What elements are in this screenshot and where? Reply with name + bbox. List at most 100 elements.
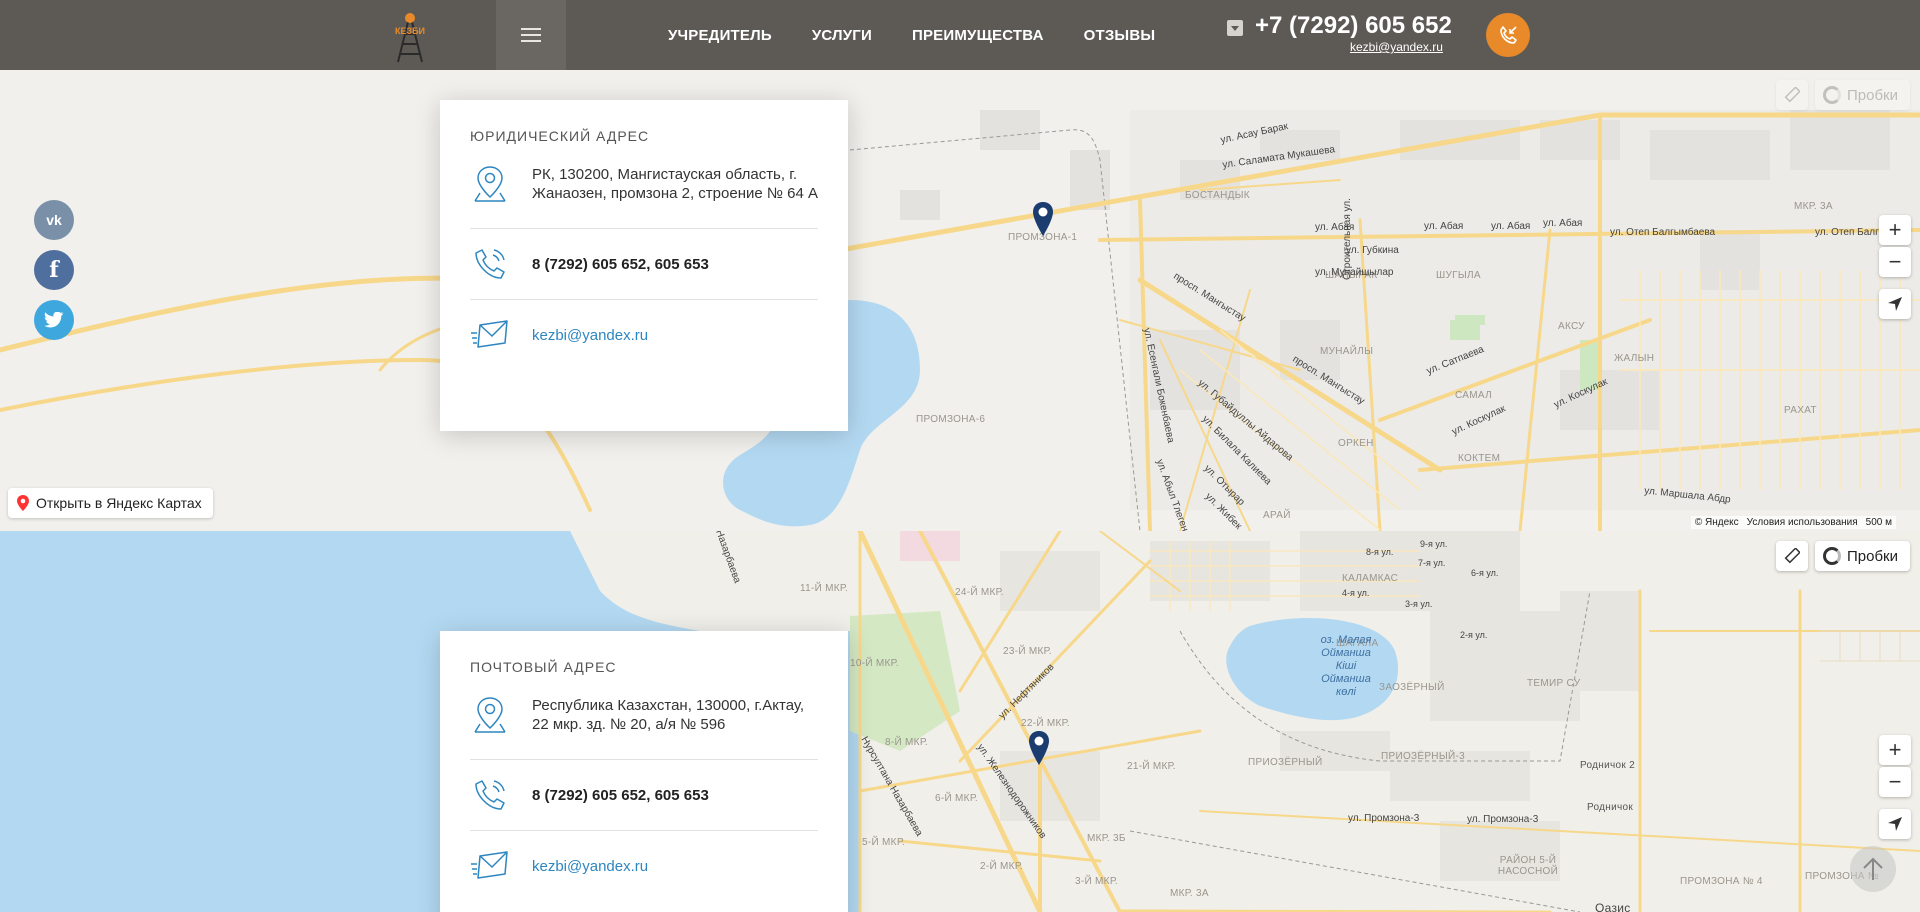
main-nav: УЧРЕДИТЕЛЬ УСЛУГИ ПРЕИМУЩЕСТВА ОТЗЫВЫ <box>668 0 1155 70</box>
district-label: 8-Й МКР. <box>885 737 928 748</box>
nav-founder[interactable]: УЧРЕДИТЕЛЬ <box>668 27 772 44</box>
district-label: 22-Й МКР. <box>1021 718 1070 729</box>
street-label: 7-я ул. <box>1418 558 1446 568</box>
navigation-arrow-icon <box>1888 817 1902 831</box>
traffic-label: Пробки <box>1847 86 1898 104</box>
district-label: ПРИОЗЁРНЫЙ-3 <box>1381 751 1465 762</box>
phone-icon <box>475 780 505 810</box>
location-pin-icon[interactable] <box>1030 200 1056 238</box>
district-label: РАХАТ <box>1784 405 1817 416</box>
traffic-label: Пробки <box>1847 547 1898 565</box>
zoom-in-button[interactable]: + <box>1879 735 1911 765</box>
header-phone[interactable]: +7 (7292) 605 652 <box>1255 12 1452 40</box>
street-label: 4-я ул. <box>1342 588 1370 598</box>
hamburger-icon <box>521 34 541 36</box>
district-label: 2-Й МКР. <box>980 861 1023 872</box>
district-label: Родничок 2 <box>1580 760 1636 771</box>
district-label: Оазис <box>1595 901 1631 912</box>
geolocation-button[interactable] <box>1879 289 1911 319</box>
postal-phone-text[interactable]: 8 (7292) 605 652, 605 653 <box>532 786 709 805</box>
terms-link[interactable]: Условия использования <box>1747 517 1858 528</box>
geolocation-button[interactable] <box>1879 809 1911 839</box>
open-in-yandex-maps-label: Открыть в Яндекс Картах <box>36 495 202 511</box>
phone-incoming-icon <box>1500 26 1517 44</box>
street-label: ул. Абая <box>1491 221 1531 232</box>
site-header: КЕЗБИ УЧРЕДИТЕЛЬ УСЛУГИ ПРЕИМУЩЕСТВА ОТЗ… <box>0 0 1920 70</box>
district-label: 21-Й МКР. <box>1127 761 1176 772</box>
address-row: Республика Казахстан, 130000, г.Актау, 2… <box>470 695 818 759</box>
vk-button[interactable]: vk <box>34 200 74 240</box>
ruler-icon <box>1784 548 1800 564</box>
postal-email-link[interactable]: kezbi@yandex.ru <box>532 857 648 876</box>
zoom-in-button[interactable]: + <box>1879 215 1911 245</box>
map-scale: 500 м <box>1865 517 1892 528</box>
ruler-button[interactable] <box>1776 80 1808 110</box>
district-label: ЗАОЗЁРНЫЙ <box>1379 682 1445 693</box>
menu-button[interactable] <box>496 0 566 70</box>
district-label: АКСУ <box>1558 321 1585 332</box>
street-label: 3-я ул. <box>1405 599 1433 609</box>
open-in-yandex-maps-button[interactable]: Открыть в Яндекс Картах <box>8 488 213 518</box>
district-label: МУНАЙЛЫ <box>1320 346 1374 357</box>
district-label: ЖАЛЫН <box>1614 353 1655 364</box>
street-label: 9-я ул. <box>1420 539 1448 549</box>
street-label: 8-я ул. <box>1366 547 1394 557</box>
map-background <box>0 70 1920 531</box>
district-label: МКР. 3А <box>1794 201 1833 212</box>
phone-icon <box>475 249 505 279</box>
email-row: kezbi@yandex.ru <box>470 299 818 370</box>
legal-address-map[interactable]: ПРОМЗОНА-1 ПРОМЗОНА-6 БОСТАНДЫК ШАНЫРАК … <box>0 70 1920 531</box>
scroll-to-top-button[interactable] <box>1850 846 1896 892</box>
legal-email-link[interactable]: kezbi@yandex.ru <box>532 326 648 345</box>
ruler-icon <box>1784 87 1800 103</box>
street-label: ул. Отеп Балгымбаева <box>1610 227 1716 238</box>
district-label: ПРИОЗЁРНЫЙ <box>1248 757 1323 768</box>
district-label: МКР. 3А <box>1170 888 1209 899</box>
nav-services[interactable]: УСЛУГИ <box>812 27 872 44</box>
traffic-icon <box>1823 547 1841 565</box>
twitter-icon <box>44 312 64 328</box>
vk-icon: vk <box>46 212 62 228</box>
map-marker-icon <box>17 495 29 511</box>
legal-phone-text[interactable]: 8 (7292) 605 652, 605 653 <box>532 255 709 274</box>
email-row: kezbi@yandex.ru <box>470 830 818 901</box>
yandex-copyright: © Яндекс <box>1694 517 1739 528</box>
traffic-button[interactable]: Пробки <box>1815 80 1910 110</box>
ruler-button[interactable] <box>1776 541 1808 571</box>
street-label: ул. Промзона-3 <box>1348 813 1420 824</box>
district-label: ПРОМЗОНА № 4 <box>1680 876 1763 887</box>
street-label: ул. Промзона-3 <box>1467 814 1539 825</box>
zoom-out-button[interactable]: − <box>1879 767 1911 797</box>
legal-address-card: ЮРИДИЧЕСКИЙ АДРЕС РК, 130200, Мангистаус… <box>440 100 848 431</box>
district-label: МКР. 3Б <box>1087 833 1126 844</box>
postal-address-map[interactable]: 11-Й МКР. 10-Й МКР. 24-Й МКР. 23-Й МКР. … <box>0 531 1920 912</box>
district-label: ОРКЕН <box>1338 438 1374 449</box>
header-email[interactable]: kezbi@yandex.ru <box>1350 40 1443 54</box>
twitter-button[interactable] <box>34 300 74 340</box>
district-label: Родничок <box>1587 802 1634 813</box>
district-label: РАЙОН 5-Й НАСОСНОЙ <box>1497 855 1559 877</box>
card-title: ПОЧТОВЫЙ АДРЕС <box>470 659 617 675</box>
postal-address-card: ПОЧТОВЫЙ АДРЕС Республика Казахстан, 130… <box>440 631 848 912</box>
street-label: ул. Абая <box>1424 221 1464 232</box>
arrow-up-icon <box>1863 857 1883 880</box>
street-label: ул. Абая <box>1543 218 1583 229</box>
district-label: ТЕМИР СУ <box>1527 678 1581 689</box>
company-logo[interactable]: КЕЗБИ <box>388 8 432 64</box>
street-label: Строительная ул. <box>1342 198 1353 280</box>
nav-reviews[interactable]: ОТЗЫВЫ <box>1084 27 1156 44</box>
district-label: АРАЙ <box>1263 510 1291 521</box>
lake-label: оз. Малая Ойманша Кіші Ойманша көлі <box>1320 634 1372 698</box>
location-pin-icon[interactable] <box>1026 729 1052 767</box>
nav-advantages[interactable]: ПРЕИМУЩЕСТВА <box>912 27 1044 44</box>
phone-dropdown-toggle[interactable] <box>1227 20 1243 36</box>
district-label: 3-Й МКР. <box>1075 876 1118 887</box>
facebook-button[interactable]: f <box>34 250 74 290</box>
traffic-button[interactable]: Пробки <box>1815 541 1910 571</box>
zoom-out-button[interactable]: − <box>1879 247 1911 277</box>
callback-button[interactable] <box>1486 13 1530 57</box>
street-label: ул. Мунайшылар <box>1315 267 1394 278</box>
address-row: РК, 130200, Мангистауская область, г. Жа… <box>470 164 818 228</box>
district-label: 23-Й МКР. <box>1003 646 1052 657</box>
street-label: ул. Отеп Балгы <box>1815 227 1886 238</box>
